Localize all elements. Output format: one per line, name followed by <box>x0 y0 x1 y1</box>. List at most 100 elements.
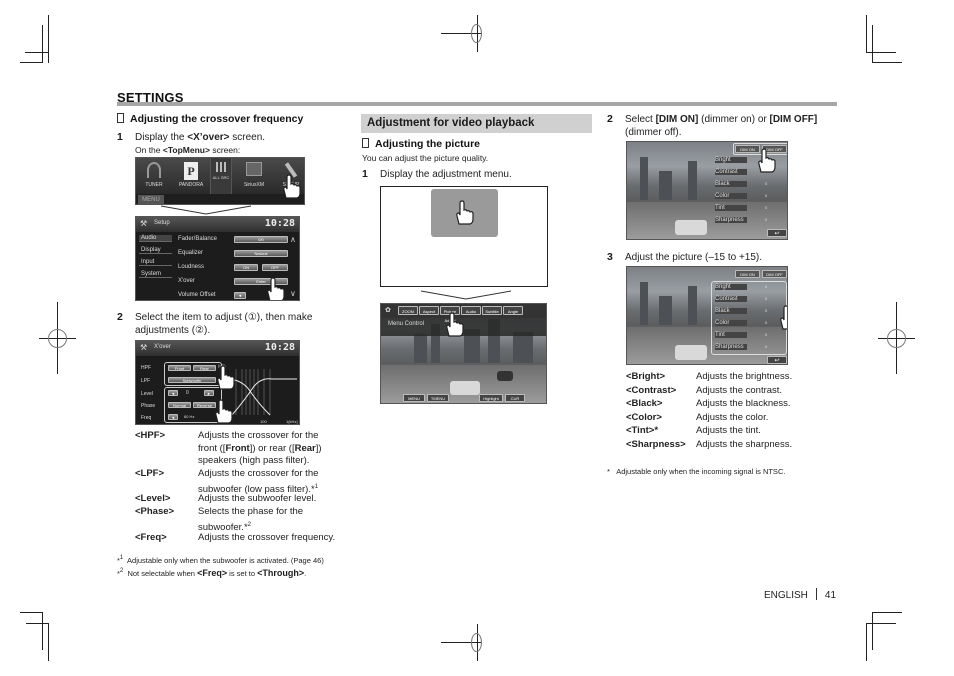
loudness-on-button[interactable]: ON <box>234 264 258 271</box>
row-label: Contrast <box>715 296 747 302</box>
video-screen-tap-area[interactable] <box>380 186 548 287</box>
pointing-hand-icon <box>456 200 474 225</box>
section-rule <box>117 102 837 106</box>
hpf-front-button[interactable]: Front <box>168 365 191 371</box>
definition-desc: Adjusts the subwoofer level. <box>198 493 317 504</box>
menu-control-title: Menu Control <box>388 321 425 327</box>
disc-icon: ✿ <box>385 307 391 314</box>
pointing-hand-icon <box>283 174 301 199</box>
tab-subtitle[interactable]: Subtitle <box>482 306 502 315</box>
definition-desc: Adjusts the crossover frequency. <box>198 532 336 543</box>
definition-desc: Adjusts the crossover for the front ([Fr… <box>198 430 322 466</box>
tap-region[interactable] <box>431 189 498 237</box>
dim-on-button[interactable]: DIM ON <box>735 270 760 278</box>
step-number: 2 <box>607 113 613 125</box>
tmenu-button[interactable]: TMENU <box>427 394 449 402</box>
clock: 10:28 <box>264 218 295 229</box>
topmenu-item-siriusxm[interactable]: SiriusXM <box>236 160 272 192</box>
level-decrease-button[interactable]: ◄ <box>168 390 178 396</box>
row-value: 0 <box>765 332 768 337</box>
menu-button[interactable]: MENU <box>138 195 164 204</box>
volume-offset-decrease[interactable]: ◄ <box>234 292 246 299</box>
row-label: Contrast <box>715 169 747 175</box>
highlight-button[interactable]: Highlight <box>479 394 503 402</box>
cur-button[interactable]: CUR <box>505 394 525 402</box>
freq-decrease-button[interactable]: ◄ <box>168 414 178 420</box>
equalizer-button[interactable]: Natural <box>234 250 288 257</box>
topmenu-item-all-src[interactable]: ALL SRC <box>210 158 232 194</box>
row-label: Color <box>715 320 747 326</box>
scroll-down-icon[interactable]: ∨ <box>290 289 296 298</box>
return-arrow-icon[interactable]: ↩ <box>767 229 787 237</box>
picture-adjust-screen-values: DIM ON DIM OFF Bright Contrast Black Col… <box>626 266 788 365</box>
step-number: 3 <box>607 251 613 263</box>
tab-aspect[interactable]: Aspect <box>419 306 439 315</box>
row-label-level: Level <box>141 391 153 397</box>
crossover-heading: Adjusting the crossover frequency <box>117 113 303 125</box>
definition-row: <Phase> <box>135 506 175 517</box>
footer-language: ENGLISH <box>764 590 808 601</box>
hpf-rear-button[interactable]: Rear <box>193 365 216 371</box>
dim-off-button[interactable]: DIM OFF <box>762 270 787 278</box>
crossover-step1-subtext: On the <TopMenu> screen: <box>135 145 241 155</box>
crossover-step2-text: Select the item to adjust (①), then make… <box>135 312 313 336</box>
setting-label: Loudness <box>178 264 205 270</box>
menu-button[interactable]: MENU <box>403 394 425 402</box>
row-label: Bright <box>715 157 747 163</box>
level-increase-button[interactable]: ► <box>204 390 214 396</box>
callout-1: ① <box>219 382 226 389</box>
definition-desc: Adjusts the blackness. <box>696 398 791 409</box>
settings-icon: ⚒ <box>140 343 148 352</box>
topmenu-screen: TUNER P PANDORA ALL SRC SiriusXM SETUP M… <box>135 157 305 205</box>
topmenu-item-pandora[interactable]: P PANDORA <box>174 160 208 192</box>
loudness-off-button[interactable]: OFF <box>262 264 288 271</box>
tab-angle[interactable]: Angle <box>503 306 523 315</box>
video-step1-text: Display the adjustment menu. <box>380 169 512 180</box>
callout-2: ② <box>217 415 224 422</box>
row-label: Bright <box>715 284 747 290</box>
down-arrow-icon <box>160 205 252 215</box>
video-step2-text: Select [DIM ON] (dimmer on) or [DIM OFF]… <box>625 114 818 138</box>
definition-desc: Selects the phase for the subwoofer.*2 <box>198 506 304 533</box>
row-label-hpf: HPF <box>141 365 151 371</box>
definition-term: <Sharpness> <box>626 438 686 450</box>
step-number: 1 <box>362 168 368 180</box>
fader-balance-button[interactable]: 0/0 <box>234 236 288 243</box>
step-number: 2 <box>117 311 123 323</box>
tab-zoom[interactable]: ZOOM <box>398 306 418 315</box>
phase-normal-button[interactable]: Normal <box>168 402 191 408</box>
page-footer: ENGLISH 41 <box>764 588 836 601</box>
definition-term: <Bright> <box>626 371 666 382</box>
topmenu-item-tuner[interactable]: TUNER <box>138 160 170 192</box>
antenna-icon <box>147 162 161 178</box>
lpf-subwoofer-button[interactable]: Subwoofer <box>168 377 216 383</box>
setup-screen: ⚒ Setup 10:28 Audio Display Input System … <box>135 216 300 301</box>
picture-footnote: * Adjustable only when the incoming sign… <box>607 467 786 476</box>
freq-value: 80 Hz <box>184 414 195 419</box>
picture-adjust-screen-dim: DIM ON DIM OFF Bright Contrast Black Col… <box>626 141 788 240</box>
xover-screen: ⚒ X'over 10:28 HPF LPF Level Phase Freq F… <box>135 340 300 425</box>
return-arrow-icon[interactable]: ↩ <box>767 356 787 364</box>
row-value: 0 <box>765 193 768 198</box>
definition-desc: Adjusts the tint. <box>696 425 761 436</box>
side-tab-input[interactable]: Input <box>139 259 172 266</box>
side-tab-display[interactable]: Display <box>139 247 172 254</box>
pointing-hand-icon <box>780 305 787 330</box>
definition-row: <Level> <box>135 493 171 504</box>
setting-label: Volume Offset <box>178 292 216 298</box>
row-value: 0 <box>765 217 768 222</box>
row-label: Black <box>715 308 747 314</box>
pointing-hand-icon <box>446 312 464 337</box>
row-value: 0 <box>765 205 768 210</box>
grid-icon <box>216 162 226 172</box>
bullet-box-icon <box>117 113 124 123</box>
settings-icon: ⚒ <box>140 219 148 228</box>
row-value: 0 <box>765 344 768 349</box>
side-tab-system[interactable]: System <box>139 271 172 278</box>
siriusxm-icon <box>246 162 262 176</box>
side-tab-audio[interactable]: Audio <box>139 235 172 242</box>
scroll-up-icon[interactable]: ∧ <box>290 235 296 244</box>
row-label: Tint <box>715 332 747 338</box>
clock: 10:28 <box>264 342 295 353</box>
graph-100-label: 100 <box>260 419 267 424</box>
